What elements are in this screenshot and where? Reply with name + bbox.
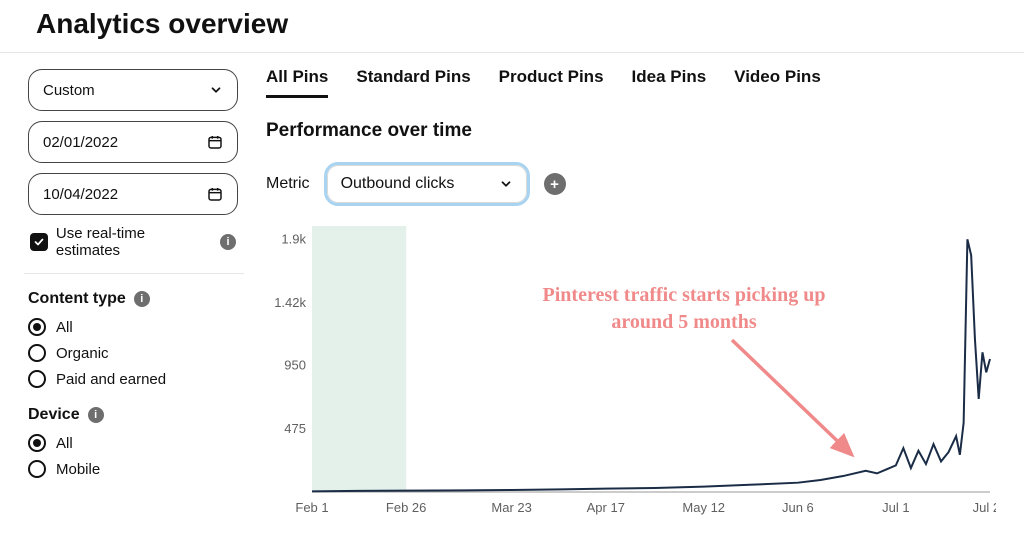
realtime-checkbox-row[interactable]: Use real-time estimates i xyxy=(30,225,236,259)
content-type-option-label: All xyxy=(56,319,73,336)
content-type-title: Content type xyxy=(28,290,126,308)
svg-text:475: 475 xyxy=(284,421,306,436)
tab[interactable]: Video Pins xyxy=(734,67,821,98)
device-option-label: Mobile xyxy=(56,461,100,478)
add-metric-button[interactable]: + xyxy=(544,173,566,195)
metric-row: Metric Outbound clicks + xyxy=(258,162,1024,206)
tab[interactable]: Idea Pins xyxy=(632,67,707,98)
radio-icon xyxy=(28,460,46,478)
metric-label: Metric xyxy=(266,175,310,193)
svg-text:Jun 6: Jun 6 xyxy=(782,500,814,515)
svg-text:May 12: May 12 xyxy=(682,500,725,515)
checkbox-checked-icon xyxy=(30,233,48,251)
svg-text:1.42k: 1.42k xyxy=(274,295,306,310)
device-option[interactable]: All xyxy=(28,434,236,452)
info-icon[interactable]: i xyxy=(134,291,150,307)
calendar-icon xyxy=(207,134,223,150)
svg-text:Feb 26: Feb 26 xyxy=(386,500,426,515)
tab[interactable]: All Pins xyxy=(266,67,328,98)
date-preset-select[interactable]: Custom xyxy=(28,69,238,111)
info-icon[interactable]: i xyxy=(88,407,104,423)
svg-text:Feb 1: Feb 1 xyxy=(295,500,328,515)
svg-text:1.9k: 1.9k xyxy=(281,231,306,246)
chart-svg: 475 950 1.42k 1.9k Feb 1 Feb 26 Mar 23 Apr 17 Ma… xyxy=(272,220,996,520)
content-type-option[interactable]: All xyxy=(28,318,236,336)
svg-text:Jul 26: Jul 26 xyxy=(973,500,996,515)
content-type-option[interactable]: Paid and earned xyxy=(28,370,236,388)
content-type-radio-group: All Organic Paid and earned xyxy=(28,318,236,388)
date-from-input[interactable]: 02/01/2022 xyxy=(28,121,238,163)
device-title-row: Device i xyxy=(28,406,236,424)
radio-icon xyxy=(28,434,46,452)
realtime-label: Use real-time estimates xyxy=(56,225,212,259)
radio-icon xyxy=(28,370,46,388)
chevron-down-icon xyxy=(499,177,513,191)
date-preset-value: Custom xyxy=(43,82,95,99)
section-title: Performance over time xyxy=(258,120,1024,142)
date-to-value: 10/04/2022 xyxy=(43,186,118,203)
svg-text:Mar 23: Mar 23 xyxy=(491,500,531,515)
radio-icon xyxy=(28,344,46,362)
content: All Pins Standard Pins Product Pins Idea Pi… xyxy=(250,53,1024,538)
device-title: Device xyxy=(28,406,80,424)
tabs: All Pins Standard Pins Product Pins Idea Pi… xyxy=(258,67,1024,98)
date-from-value: 02/01/2022 xyxy=(43,134,118,151)
page-title: Analytics overview xyxy=(0,0,1024,52)
content-type-title-row: Content type i xyxy=(28,290,236,308)
radio-icon xyxy=(28,318,46,336)
content-type-option-label: Paid and earned xyxy=(56,371,166,388)
calendar-icon xyxy=(207,186,223,202)
metric-value: Outbound clicks xyxy=(341,175,455,193)
device-option-label: All xyxy=(56,435,73,452)
content-type-option[interactable]: Organic xyxy=(28,344,236,362)
metric-select[interactable]: Outbound clicks xyxy=(324,162,530,206)
svg-text:950: 950 xyxy=(284,358,306,373)
tab[interactable]: Standard Pins xyxy=(356,67,470,98)
content-type-option-label: Organic xyxy=(56,345,109,362)
svg-text:Jul 1: Jul 1 xyxy=(882,500,909,515)
svg-text:Apr 17: Apr 17 xyxy=(587,500,625,515)
annotation-text: Pinterest traffic starts picking up arou… xyxy=(524,282,844,336)
tab[interactable]: Product Pins xyxy=(499,67,604,98)
chart: 475 950 1.42k 1.9k Feb 1 Feb 26 Mar 23 Apr 17 Ma… xyxy=(272,220,996,520)
date-to-input[interactable]: 10/04/2022 xyxy=(28,173,238,215)
device-radio-group: All Mobile xyxy=(28,434,236,478)
device-option[interactable]: Mobile xyxy=(28,460,236,478)
sidebar: Custom 02/01/2022 10/04/2022 Use real-ti… xyxy=(0,53,250,538)
info-icon[interactable]: i xyxy=(220,234,236,250)
chevron-down-icon xyxy=(209,83,223,97)
divider xyxy=(24,273,244,274)
